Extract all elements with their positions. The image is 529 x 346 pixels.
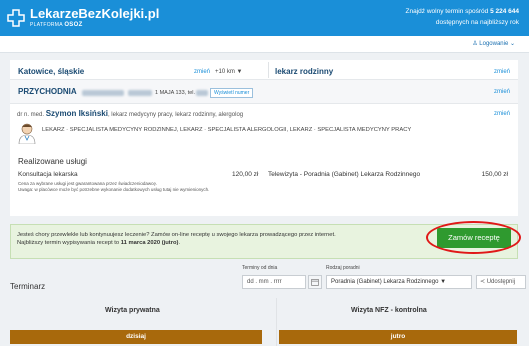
date-label: Terminy od dnia: [242, 265, 278, 271]
doctor-card: Katowice, śląskie zmień +10 km ▼ lekarz …: [10, 60, 518, 216]
specialty-text: lekarz rodzinny: [275, 67, 334, 76]
highlight-circle: [426, 221, 521, 254]
services-title: Realizowane usługi: [18, 157, 87, 166]
location-text: Katowice, śląskie: [18, 67, 85, 76]
price-note: Cena za wybrane usługi jest gwarantowana…: [18, 181, 158, 186]
service-name: Konsultacja lekarska: [18, 171, 78, 178]
service-name: Telewizyta - Poradnia (Gabinet) Lekarza …: [268, 171, 421, 178]
nfz-visit-title: Wizyta NFZ - kontrolna: [351, 307, 427, 314]
location-change-link[interactable]: zmień: [194, 69, 210, 75]
blurred-clinic-name: [82, 90, 124, 96]
share-button[interactable]: ≺ Udostępnij: [476, 275, 526, 289]
logo-subtitle: PLATFORMA OSOZ: [30, 22, 83, 28]
top-header: LekarzeBezKolejki.pl PLATFORMA OSOZ Znaj…: [0, 0, 529, 36]
blurred-address: [128, 90, 152, 96]
header-availability: Znajdź wolny termin spośród 5 224 644 do…: [405, 8, 519, 26]
service-price: 120,00 zł: [232, 171, 259, 178]
column-divider: [276, 298, 277, 346]
blurred-phone: [196, 90, 208, 96]
schedule-section: Terminarz Terminy od dnia dd . mm . rrrr…: [10, 264, 526, 346]
day-header-today: dzisiaj: [10, 330, 262, 344]
logo-title: LekarzeBezKolejki.pl: [30, 6, 160, 21]
logo[interactable]: LekarzeBezKolejki.pl PLATFORMA OSOZ: [7, 7, 159, 28]
search-summary: Katowice, śląskie zmień +10 km ▼ lekarz …: [10, 60, 518, 80]
date-input[interactable]: dd . mm . rrrr: [242, 275, 306, 289]
schedule-title: Terminarz: [10, 282, 46, 291]
login-link[interactable]: ♙ Logowanie ⌄: [472, 40, 515, 47]
calendar-icon[interactable]: [308, 275, 322, 289]
clinic-address: 1 MAJA 133, tel.: [155, 90, 196, 96]
prescription-info-text: Jesteś chory przewlekle lub kontynuujesz…: [17, 232, 336, 246]
user-bar: ♙ Logowanie ⌄: [0, 36, 529, 53]
doctor-specializations: LEKARZ · SPECJALISTA MEDYCYNY RODZINNEJ,…: [42, 127, 412, 133]
doctor-avatar-icon: [18, 123, 36, 144]
clinic-type-label: Rodzaj poradni: [326, 265, 360, 271]
doctor-name[interactable]: Szymon Iksiński: [46, 109, 108, 118]
clinic-row: PRZYCHODNIA 1 MAJA 133, tel. Wyświetl nu…: [10, 80, 518, 104]
doctor-roles: lekarz medycyny pracy, lekarz rodzinny, …: [111, 112, 244, 118]
specialty-change-link[interactable]: zmień: [494, 69, 510, 75]
share-icon: ≺: [480, 279, 487, 285]
doctor-change-link[interactable]: zmień: [494, 111, 510, 117]
clinic-type-select[interactable]: Poradnia (Gabinet) Lekarza Rodzinnego ▼: [326, 275, 472, 289]
radius-dropdown[interactable]: +10 km ▼: [215, 69, 242, 75]
clinic-change-link[interactable]: zmień: [494, 89, 510, 95]
divider: [268, 62, 269, 78]
doctor-line: dr n. med. Szymon Iksiński, lekarz medyc…: [17, 109, 244, 118]
extra-services-note: Uwaga: w placówce może być potrzebne wyk…: [18, 187, 210, 192]
day-header-tomorrow: jutro: [279, 330, 517, 344]
logo-icon: [7, 8, 25, 27]
show-number-button[interactable]: Wyświetl numer: [210, 88, 254, 98]
private-visit-title: Wizyta prywatna: [105, 307, 160, 314]
clinic-name: PRZYCHODNIA: [18, 87, 77, 96]
service-price: 150,00 zł: [481, 171, 508, 178]
